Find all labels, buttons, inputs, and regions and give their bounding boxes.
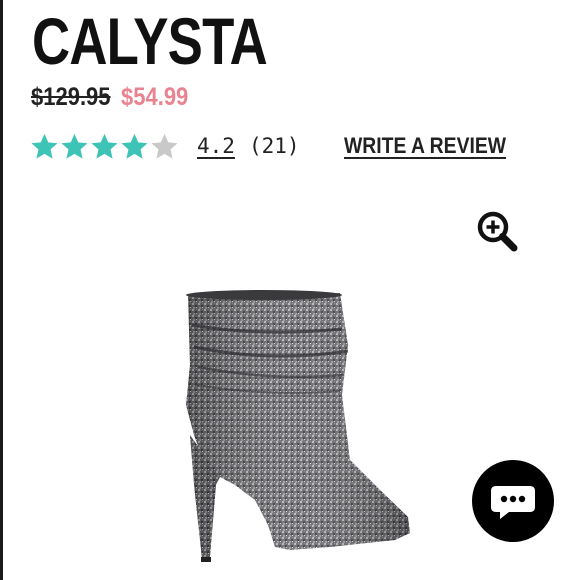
product-title: CALYSTA [32, 4, 268, 78]
write-review-link[interactable]: WRITE A REVIEW [344, 133, 506, 159]
star-icon [31, 133, 58, 159]
sale-price: $54.99 [121, 82, 189, 111]
rating-value-link[interactable]: 4.2 [197, 134, 235, 158]
chat-bubble-icon [491, 486, 535, 519]
left-border-line [0, 0, 3, 580]
price-row: $129.95 $54.99 [31, 82, 198, 112]
chat-button[interactable] [472, 460, 554, 542]
original-price: $129.95 [31, 82, 111, 111]
review-count: (21) [248, 134, 300, 158]
product-image-boot[interactable] [180, 285, 420, 570]
star-icon [91, 133, 118, 159]
rating-row: 4.2 (21) WRITE A REVIEW [30, 128, 528, 164]
zoom-in-icon[interactable] [474, 208, 520, 254]
star-icon [151, 133, 178, 159]
star-rating[interactable] [30, 132, 179, 161]
star-icon [61, 133, 88, 159]
star-icon [121, 133, 148, 159]
